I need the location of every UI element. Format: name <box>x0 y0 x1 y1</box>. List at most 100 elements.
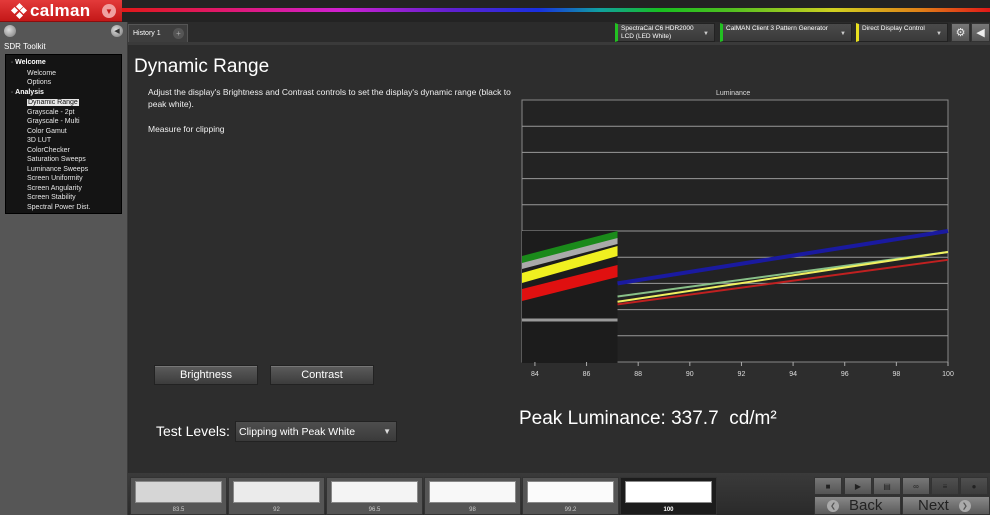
tree-item-label: Saturation Sweeps <box>27 156 86 163</box>
contrast-button[interactable]: Contrast <box>270 365 374 385</box>
tree-item-label: Screen Uniformity <box>27 175 83 182</box>
save-icon: ▤ <box>883 481 891 491</box>
pattern-generator-selector[interactable]: CalMAN Client 3 Pattern Generator ▼ <box>720 23 852 42</box>
chart-title: Luminance <box>716 90 751 97</box>
tree-item[interactable]: ColorChecker <box>6 146 121 156</box>
x-tick-label: 84 <box>531 371 539 377</box>
test-level-swatch[interactable]: 96.5 <box>326 477 423 515</box>
tree-item[interactable]: Color Gamut <box>6 127 121 137</box>
tree-item[interactable]: 3D LUT <box>6 136 121 146</box>
sequence-button[interactable]: ≡ <box>931 477 959 495</box>
link-icon: ∞ <box>913 481 919 491</box>
peak-luminance-value: Peak Luminance: 337.7 <box>519 408 719 429</box>
x-tick-label: 100 <box>942 371 954 377</box>
tree-item-active[interactable]: Dynamic Range <box>6 98 121 108</box>
test-level-swatch[interactable]: 83.5 <box>130 477 227 515</box>
calman-window: calman ▼ ◀ SDR Toolkit Welcome Welcome O… <box>0 0 990 515</box>
swatch-label: 83.5 <box>172 507 185 513</box>
options-button[interactable]: ● <box>960 477 988 495</box>
tree-item[interactable]: Spectral Power Dist. <box>6 203 121 213</box>
tree-item-label: Screen Angularity <box>27 184 82 192</box>
x-tick-label: 90 <box>686 371 694 377</box>
brand-name: calman <box>30 0 91 20</box>
swatch-color <box>331 481 418 503</box>
x-tick-label: 86 <box>583 371 591 377</box>
back-label: Back <box>849 497 883 514</box>
test-level-swatch[interactable]: 98 <box>424 477 521 515</box>
stop-button[interactable]: ■ <box>814 477 842 495</box>
play-button[interactable]: ▶ <box>844 477 872 495</box>
tree-item[interactable]: Grayscale - 2pt <box>6 108 121 118</box>
collapse-right-button[interactable]: ◀ <box>971 23 990 42</box>
tree-item-label: Options <box>27 79 52 86</box>
add-tab-icon[interactable]: + <box>173 28 184 39</box>
swatch-label: 92 <box>273 507 280 513</box>
calman-menu-button[interactable]: calman ▼ <box>0 0 122 22</box>
tree-item-label: Spectral Power Dist. <box>27 203 91 211</box>
display-control-name: Direct Display Control <box>862 25 925 32</box>
test-levels-value: Clipping with Peak White <box>239 425 356 438</box>
x-tick-label: 94 <box>789 371 797 377</box>
top-bar: calman ▼ <box>0 0 990 22</box>
chevron-down-icon: ▼ <box>936 31 942 37</box>
test-levels-select[interactable]: Clipping with Peak White ▼ <box>235 421 397 442</box>
tree-item[interactable]: Welcome <box>6 69 121 79</box>
tree-item-label: ColorChecker <box>27 146 70 154</box>
peak-luminance-readout: Peak Luminance: 337.7 cd/m² <box>519 408 777 430</box>
tree-item[interactable]: Screen Angularity <box>6 184 121 194</box>
tree-item[interactable]: Luminance Sweeps <box>6 165 121 175</box>
settings-button[interactable]: ⚙ <box>951 23 970 42</box>
stop-icon: ■ <box>825 481 831 491</box>
back-button[interactable]: ❮ Back <box>814 496 901 515</box>
collapse-panel-icon[interactable]: ◀ <box>111 25 123 37</box>
tree-item[interactable]: Screen Uniformity <box>6 174 121 184</box>
tree-item[interactable]: Screen Stability <box>6 193 121 203</box>
swatch-color <box>527 481 614 503</box>
chevron-left-icon: ❮ <box>827 499 839 512</box>
chevron-right-icon: ❯ <box>958 499 971 512</box>
test-level-swatch[interactable]: 92 <box>228 477 325 515</box>
rainbow-bar <box>122 8 990 12</box>
description: Adjust the display's Brightness and Cont… <box>148 87 511 109</box>
tree-group-analysis[interactable]: Analysis <box>6 88 121 99</box>
test-level-swatch[interactable]: 100 <box>620 477 717 515</box>
x-tick-label: 96 <box>841 371 849 377</box>
peak-luminance-unit: cd/m² <box>729 408 777 429</box>
meter-mode: LCD (LED White) <box>621 33 672 40</box>
swatch-color <box>625 481 712 503</box>
chevron-left-icon: ◀ <box>976 27 985 39</box>
brightness-button[interactable]: Brightness <box>154 365 258 385</box>
meter-name: SpectraCal C6 HDR2000 <box>621 25 694 32</box>
swatch-label: 100 <box>663 507 674 513</box>
tree-item[interactable]: Saturation Sweeps <box>6 155 121 165</box>
tab-history-1[interactable]: History 1 + <box>128 24 188 42</box>
main-content: Dynamic Range Adjust the display's Brigh… <box>129 45 990 473</box>
tree-item-label: Color Gamut <box>27 127 67 135</box>
x-tick-label: 88 <box>634 371 642 377</box>
play-icon: ▶ <box>854 481 862 491</box>
workflow-title: SDR Toolkit <box>4 42 46 51</box>
calman-logo-icon <box>10 2 28 19</box>
workflow-tree: Welcome Welcome Options Analysis Dynamic… <box>5 54 122 214</box>
left-panel: ◀ SDR Toolkit Welcome Welcome Options An… <box>0 22 128 515</box>
pin-icon[interactable] <box>4 25 16 37</box>
chevron-down-icon: ▼ <box>840 31 846 37</box>
tree-group-welcome[interactable]: Welcome <box>6 58 121 69</box>
meter-selector[interactable]: SpectraCal C6 HDR2000 LCD (LED White) ▼ <box>615 23 715 42</box>
swatch-label: 99.2 <box>564 507 577 513</box>
pattern-generator-name: CalMAN Client 3 Pattern Generator <box>726 25 828 32</box>
save-button[interactable]: ▤ <box>873 477 901 495</box>
next-label: Next <box>918 497 949 514</box>
next-button[interactable]: Next ❯ <box>902 496 990 515</box>
tree-item[interactable]: Options <box>6 78 121 88</box>
test-level-swatch[interactable]: 99.2 <box>522 477 619 515</box>
chevron-down-icon[interactable]: ▼ <box>102 4 116 18</box>
swatch-label: 98 <box>469 507 476 513</box>
tab-label: History 1 <box>133 30 161 37</box>
display-control-selector[interactable]: Direct Display Control ▼ <box>856 23 948 42</box>
tree-item-label: Grayscale - Multi <box>27 118 80 125</box>
tree-item-label: 3D LUT <box>27 137 52 144</box>
link-button[interactable]: ∞ <box>902 477 930 495</box>
measure-instruction: Measure for clipping <box>148 124 225 134</box>
tree-item[interactable]: Grayscale - Multi <box>6 117 121 127</box>
